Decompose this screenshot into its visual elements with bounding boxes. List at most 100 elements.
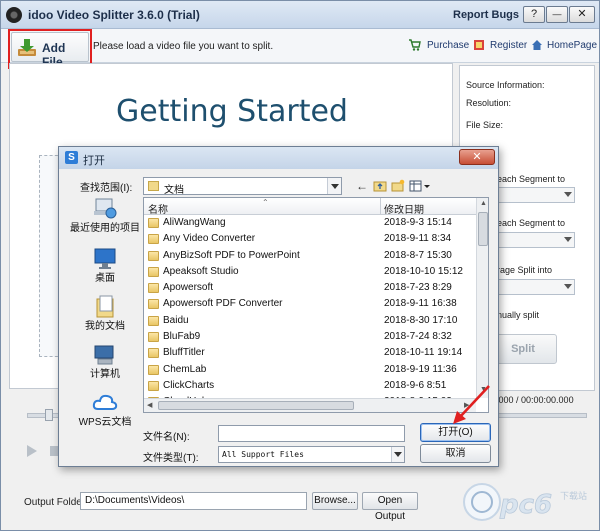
red-arrow-annotation: [453, 385, 490, 424]
file-row[interactable]: Baidu 2018-8-30 17:10: [144, 313, 476, 329]
file-name: Apowersoft: [163, 282, 214, 294]
help-button[interactable]: ?: [523, 6, 545, 23]
split-into-label: rage Split into: [497, 265, 553, 275]
file-row[interactable]: BluFab9 2018-7-24 8:32: [144, 329, 476, 345]
segment-label-1: each Segment to: [497, 174, 566, 184]
file-size-label: File Size:: [466, 120, 504, 130]
file-date: 2018-7-24 8:32: [384, 331, 452, 343]
place-label: WPS云文档: [78, 417, 132, 428]
chevron-down-icon: [564, 237, 572, 242]
vertical-scrollbar[interactable]: ▲ ▼: [476, 198, 488, 398]
folder-icon: [148, 181, 159, 191]
dialog-close-button[interactable]: ✕: [459, 149, 495, 165]
chevron-down-icon[interactable]: [391, 447, 404, 462]
vertical-scroll-thumb[interactable]: [478, 212, 488, 246]
file-row[interactable]: Apowersoft PDF Converter 2018-9-11 16:38: [144, 296, 476, 312]
modified-column-header[interactable]: 修改日期: [384, 201, 424, 216]
browse-button[interactable]: Browse...: [312, 492, 358, 510]
folder-icon: [148, 234, 159, 245]
name-column-header[interactable]: 名称: [148, 201, 168, 216]
horizontal-scrollbar[interactable]: ◀ ▶: [144, 398, 476, 412]
open-output-button[interactable]: Open Output: [362, 492, 418, 522]
places-bar: 最近使用的项目 桌面 我的文档 计算机 WPS云文档: [68, 197, 142, 428]
svg-text:下载站: 下载站: [560, 490, 587, 502]
homepage-link[interactable]: HomePage: [547, 40, 597, 51]
file-row[interactable]: ChemLab 2018-9-19 11:36: [144, 362, 476, 378]
film-reel-icon: [6, 7, 22, 23]
dialog-title: 打开: [83, 155, 105, 167]
cloud-icon: [92, 394, 118, 410]
file-row[interactable]: Apowersoft 2018-7-23 8:29: [144, 280, 476, 296]
file-row[interactable]: Apeaksoft Studio 2018-10-10 15:12: [144, 264, 476, 280]
time-readout: .000 / 00:00:00.000: [496, 395, 574, 405]
purchase-link[interactable]: Purchase: [427, 40, 469, 51]
file-date: 2018-9-11 16:38: [384, 298, 457, 310]
file-date: 2018-7-23 8:29: [384, 282, 452, 294]
segment-combo-1[interactable]: [491, 187, 575, 203]
folder-icon: [148, 266, 159, 277]
report-bugs-link[interactable]: Report Bugs: [453, 9, 519, 21]
resolution-label: Resolution:: [466, 98, 512, 108]
column-divider[interactable]: [380, 198, 381, 215]
file-date: 2018-9-3 15:14: [384, 217, 452, 228]
file-row[interactable]: BluffTitler 2018-10-11 19:14: [144, 345, 476, 361]
home-icon: [532, 40, 542, 50]
place-label: 计算机: [90, 369, 120, 380]
documents-icon: [96, 295, 114, 318]
computer-icon: [94, 345, 114, 365]
look-in-combo[interactable]: 文档: [143, 177, 342, 196]
file-date: 2018-10-11 19:14: [384, 347, 463, 359]
view-menu-icon[interactable]: [409, 179, 431, 193]
horizontal-scroll-thumb[interactable]: [158, 401, 354, 410]
filetype-value: All Support Files: [222, 450, 304, 459]
play-icon[interactable]: [21, 441, 41, 461]
folder-icon: [148, 380, 159, 391]
register-link[interactable]: Register: [490, 40, 527, 51]
manual-split-label: nually split: [497, 310, 540, 320]
new-folder-icon[interactable]: [391, 179, 405, 193]
file-name: Apowersoft PDF Converter: [163, 298, 283, 310]
close-button[interactable]: ✕: [569, 6, 595, 23]
file-row[interactable]: Any Video Converter 2018-9-11 8:34: [144, 231, 476, 247]
back-arrow-icon[interactable]: ←: [355, 179, 369, 193]
file-name: Baidu: [163, 314, 189, 326]
load-hint: Please load a video file you want to spl…: [93, 41, 274, 52]
folder-icon: [148, 218, 159, 228]
getting-started-heading: Getting Started: [116, 94, 348, 129]
file-row[interactable]: AliWangWang 2018-9-3 15:14: [144, 215, 476, 231]
open-file-dialog: S 打开 ✕ 查找范围(I): 文档 ← 最近使用的项目 桌面 我的文档 计算机…: [58, 146, 499, 467]
segment-combo-2[interactable]: [491, 232, 575, 248]
pc6-watermark-logo: pc6 下载站: [463, 483, 587, 521]
source-info-label: Source Information:: [466, 80, 545, 90]
chevron-down-icon: [564, 192, 572, 197]
split-into-stepper[interactable]: [491, 279, 575, 295]
filename-input[interactable]: [218, 425, 405, 442]
scroll-left-icon[interactable]: ◀: [147, 401, 152, 409]
filetype-label: 文件类型(T):: [143, 453, 199, 464]
sort-ascending-icon: ⌃: [262, 198, 269, 207]
folder-icon: [148, 332, 159, 343]
folder-icon: [148, 364, 159, 375]
folder-icon: [148, 299, 159, 310]
file-row[interactable]: AnyBizSoft PDF to PowerPoint 2018-8-7 15:…: [144, 248, 476, 264]
scroll-up-icon[interactable]: ▲: [480, 200, 487, 207]
folder-icon: [148, 250, 159, 261]
segment-label-2: each Segment to: [497, 218, 566, 228]
place-label: 我的文档: [85, 321, 125, 332]
cancel-button[interactable]: 取消: [420, 444, 491, 463]
chevron-down-icon[interactable]: [327, 178, 341, 194]
up-folder-icon[interactable]: [373, 179, 387, 193]
file-name: AliWangWang: [163, 217, 226, 228]
desktop-icon: [94, 248, 116, 269]
file-name: AnyBizSoft PDF to PowerPoint: [163, 249, 300, 261]
file-name: BluffTitler: [163, 347, 205, 359]
split-button[interactable]: Split: [489, 334, 557, 364]
minimize-button[interactable]: —: [546, 6, 568, 23]
output-folder-field[interactable]: D:\Documents\Videos\: [80, 492, 307, 510]
app-s-icon: S: [65, 151, 78, 164]
file-date: 2018-9-11 8:34: [384, 233, 452, 245]
filetype-select[interactable]: All Support Files: [218, 446, 405, 463]
timeline-thumb[interactable]: [45, 409, 53, 421]
file-row[interactable]: ClickCharts 2018-9-6 8:51: [144, 378, 476, 394]
file-list[interactable]: 名称 ⌃ 修改日期 AliWangWang 2018-9-3 15:14 Any V…: [143, 197, 489, 413]
